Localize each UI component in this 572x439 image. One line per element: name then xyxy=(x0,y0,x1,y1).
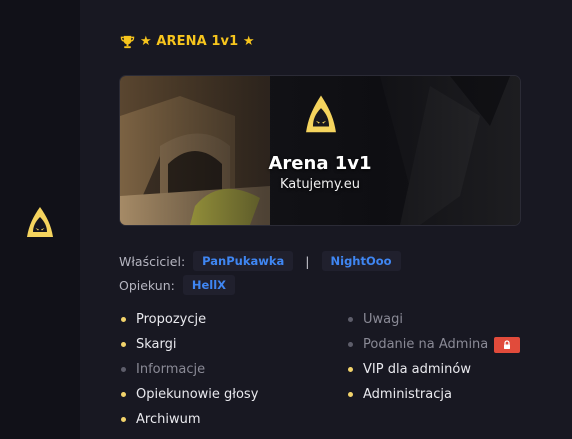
subforum-link-administracja[interactable]: Administracja xyxy=(348,382,520,407)
subforum-label: Uwagi xyxy=(363,312,403,327)
owner-link[interactable]: PanPukawka xyxy=(193,251,294,271)
bullet-icon xyxy=(121,317,126,322)
category-banner[interactable]: Arena 1v1 Katujemy.eu xyxy=(119,75,521,226)
trophy-icon xyxy=(120,35,135,48)
bullet-icon xyxy=(121,392,126,397)
subforum-list-right: Uwagi Podanie na Admina VIP dla adminów … xyxy=(348,307,521,407)
subforum-label: Informacje xyxy=(136,362,206,377)
bullet-icon xyxy=(348,367,353,372)
banner-title: Arena 1v1 xyxy=(268,153,372,174)
bullet-icon xyxy=(121,342,126,347)
subforum-label: VIP dla adminów xyxy=(363,362,471,377)
subforum-link-archiwum[interactable]: Archiwum xyxy=(121,407,258,432)
bullet-icon xyxy=(121,417,126,422)
subforum-link-podanie-na-admina[interactable]: Podanie na Admina xyxy=(348,332,521,357)
subforum-label: Archiwum xyxy=(136,412,201,427)
banner-subtitle: Katujemy.eu xyxy=(279,177,361,192)
hooded-figure-logo xyxy=(306,95,336,133)
owners-separator: | xyxy=(305,253,310,269)
subforum-link-vip-dla-adminow[interactable]: VIP dla adminów xyxy=(348,357,520,382)
category-title-text: ★ ARENA 1v1 ★ xyxy=(140,33,255,49)
owners-row: Właściciel: PanPukawka | NightOoo xyxy=(119,251,401,271)
subforum-label: Opiekunowie głosy xyxy=(136,387,259,402)
bullet-icon xyxy=(348,392,353,397)
forum-logo-icon[interactable] xyxy=(20,203,60,243)
caretaker-row: Opiekun: HellX xyxy=(119,275,236,295)
caretaker-label: Opiekun: xyxy=(119,277,175,293)
subforum-label: Podanie na Admina xyxy=(363,337,489,352)
subforum-link-opiekunowie-glosy[interactable]: Opiekunowie głosy xyxy=(121,382,258,407)
subforum-link-skargi[interactable]: Skargi xyxy=(121,332,258,357)
bullet-icon xyxy=(121,367,126,372)
category-title[interactable]: ★ ARENA 1v1 ★ xyxy=(120,31,255,51)
sidebar-rail xyxy=(0,0,80,439)
subforum-link-propozycje[interactable]: Propozycje xyxy=(121,307,258,332)
subforum-label: Administracja xyxy=(363,387,452,402)
lock-icon xyxy=(494,336,521,353)
owners-label: Właściciel: xyxy=(119,253,186,269)
caretaker-link[interactable]: HellX xyxy=(182,275,236,295)
subforum-label: Skargi xyxy=(136,337,177,352)
bullet-icon xyxy=(348,342,353,347)
subforum-list-left: Propozycje Skargi Informacje Opiekunowie… xyxy=(121,307,258,432)
subforum-label: Propozycje xyxy=(136,312,207,327)
bullet-icon xyxy=(348,317,353,322)
subforum-link-uwagi[interactable]: Uwagi xyxy=(348,307,520,332)
subforum-link-informacje[interactable]: Informacje xyxy=(121,357,258,382)
owner-link[interactable]: NightOoo xyxy=(321,251,401,271)
